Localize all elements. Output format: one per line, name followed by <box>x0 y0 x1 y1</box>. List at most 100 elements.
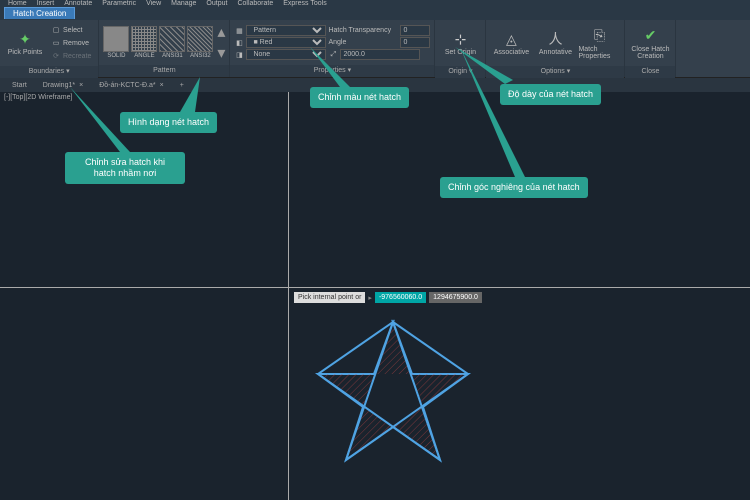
color-select[interactable]: ■ Red <box>246 37 326 48</box>
swatch-ansi31-label: ANSI31 <box>162 53 183 59</box>
panel-properties: ▦Pattern ◧■ Red ◨None Hatch Transparency… <box>230 20 435 77</box>
callout-edit-hatch: Chỉnh sửa hatch khi hatch nhầm nơi <box>65 152 185 184</box>
angle-input[interactable] <box>400 37 430 48</box>
panel-title-pattern[interactable]: Pattern <box>99 65 229 77</box>
swatch-ansi32-label: ANSI32 <box>190 53 211 59</box>
pattern-scroll[interactable]: ▴ ▾ <box>217 22 225 63</box>
swatch-solid-icon <box>103 26 129 52</box>
match-icon: ⎘ <box>590 27 608 45</box>
scroll-down-icon[interactable]: ▾ <box>217 43 225 63</box>
transparency-label: Hatch Transparency <box>328 27 398 34</box>
menu-annotate[interactable]: Annotate <box>64 0 92 7</box>
swatch-ansi31[interactable]: ANSI31 <box>159 26 185 59</box>
menu-collaborate[interactable]: Collaborate <box>237 0 273 7</box>
drawing-viewport[interactable]: [-][Top][2D Wireframe] Pick internal poi… <box>0 92 750 500</box>
doc-tab-start-label: Start <box>12 82 27 89</box>
pattern-type-row[interactable]: ▦Pattern <box>234 25 326 36</box>
close-hatch-label: Close Hatch Creation <box>629 46 671 60</box>
crosshair-horizontal <box>0 287 750 288</box>
angle-row: Angle <box>328 37 430 48</box>
transparency-row: Hatch Transparency <box>328 25 430 36</box>
color-row[interactable]: ◧■ Red <box>234 37 326 48</box>
scale-input[interactable] <box>340 49 420 60</box>
swatch-angle-label: ANGLE <box>134 53 154 59</box>
close-icon[interactable]: × <box>79 82 83 89</box>
close-hatch-button[interactable]: ✔Close Hatch Creation <box>629 22 671 64</box>
panel-pattern: SOLID ANGLE ANSI31 ANSI32 ▴ ▾ Pattern <box>99 20 230 77</box>
recreate-label: Recreate <box>63 53 91 60</box>
recreate-icon: ⟳ <box>51 51 61 61</box>
annotative-icon: 人 <box>546 30 564 48</box>
swatch-angle[interactable]: ANGLE <box>131 26 157 59</box>
doc-tab-d1-label: Drawing1* <box>43 82 75 89</box>
swatch-ansi31-icon <box>159 26 185 52</box>
panel-options: ◬Associative 人Annotative ⎘Match Properti… <box>486 20 625 77</box>
remove-label: Remove <box>63 40 89 47</box>
select-label: Select <box>63 27 82 34</box>
doc-tab-drawing1[interactable]: Drawing1* × <box>37 81 89 90</box>
annotative-button[interactable]: 人Annotative <box>534 22 576 64</box>
set-origin-button[interactable]: ⊹ Set Origin <box>439 22 481 64</box>
bg-select[interactable]: None <box>246 49 326 60</box>
callout-angle: Chỉnh góc nghiêng của nét hatch <box>440 177 588 198</box>
panel-boundaries: ✦ Pick Points ▢Select ▭Remove ⟳Recreate … <box>0 20 99 77</box>
swatch-solid[interactable]: SOLID <box>103 26 129 59</box>
swatch-ansi32[interactable]: ANSI32 <box>187 26 213 59</box>
scale-icon: ⤢ <box>328 50 338 60</box>
crosshair-vertical <box>288 92 289 500</box>
scroll-up-icon[interactable]: ▴ <box>217 22 225 42</box>
panel-title-origin[interactable]: Origin ▾ <box>435 66 485 78</box>
menu-output[interactable]: Output <box>206 0 227 7</box>
menu-home[interactable]: Home <box>8 0 27 7</box>
panel-title-close: Close <box>625 66 675 78</box>
set-origin-label: Set Origin <box>445 49 476 56</box>
pattern-icon: ▦ <box>234 26 244 36</box>
swatch-ansi32-icon <box>187 26 213 52</box>
cmd-icon: ▸ <box>368 294 372 302</box>
close-icon[interactable]: × <box>160 82 164 89</box>
bg-row[interactable]: ◨None <box>234 49 326 60</box>
recreate-button[interactable]: ⟳Recreate <box>48 50 94 62</box>
bg-icon: ◨ <box>234 50 244 60</box>
star-drawing <box>308 302 478 472</box>
doc-tab-add[interactable]: + <box>174 81 190 90</box>
panel-close: ✔Close Hatch Creation Close <box>625 20 676 77</box>
callout-color: Chỉnh màu nét hatch <box>310 87 409 108</box>
panel-title-boundaries[interactable]: Boundaries ▾ <box>0 66 98 78</box>
remove-button[interactable]: ▭Remove <box>48 37 94 49</box>
tab-hatch-creation[interactable]: Hatch Creation <box>4 7 75 19</box>
check-icon: ✔ <box>641 27 659 45</box>
pattern-type-select[interactable]: Pattern <box>246 25 326 36</box>
match-properties-button[interactable]: ⎘Match Properties <box>578 22 620 64</box>
pick-points-button[interactable]: ✦ Pick Points <box>4 22 46 64</box>
match-label: Match Properties <box>578 46 620 60</box>
callout-thickness: Độ dày của nét hatch <box>500 84 601 105</box>
view-label[interactable]: [-][Top][2D Wireframe] <box>4 94 72 101</box>
pick-points-icon: ✦ <box>16 30 34 48</box>
swatch-angle-icon <box>131 26 157 52</box>
menu-manage[interactable]: Manage <box>171 0 196 7</box>
pick-points-label: Pick Points <box>8 49 43 56</box>
associative-button[interactable]: ◬Associative <box>490 22 532 64</box>
select-button[interactable]: ▢Select <box>48 24 94 36</box>
transparency-input[interactable] <box>400 25 430 36</box>
panel-title-properties[interactable]: Properties ▾ <box>230 65 434 77</box>
callout-shape: Hình dạng nét hatch <box>120 112 217 133</box>
menu-insert[interactable]: Insert <box>37 0 55 7</box>
annotative-label: Annotative <box>539 49 572 56</box>
swatch-solid-label: SOLID <box>107 53 125 59</box>
associative-icon: ◬ <box>502 30 520 48</box>
associative-label: Associative <box>494 49 529 56</box>
menu-parametric[interactable]: Parametric <box>102 0 136 7</box>
ribbon-tabs: Hatch Creation <box>0 6 750 20</box>
menu-express[interactable]: Express Tools <box>283 0 326 7</box>
scale-row: ⤢ <box>328 49 430 60</box>
menu-view[interactable]: View <box>146 0 161 7</box>
doc-tab-start[interactable]: Start <box>6 81 33 90</box>
doc-tab-d2[interactable]: Đồ-án-KCTC-Đ.a* × <box>93 81 170 90</box>
doc-tab-d2-label: Đồ-án-KCTC-Đ.a* <box>99 82 155 89</box>
panel-title-options[interactable]: Options ▾ <box>486 66 624 78</box>
angle-label: Angle <box>328 39 398 46</box>
color-icon: ◧ <box>234 38 244 48</box>
ribbon: ✦ Pick Points ▢Select ▭Remove ⟳Recreate … <box>0 20 750 78</box>
